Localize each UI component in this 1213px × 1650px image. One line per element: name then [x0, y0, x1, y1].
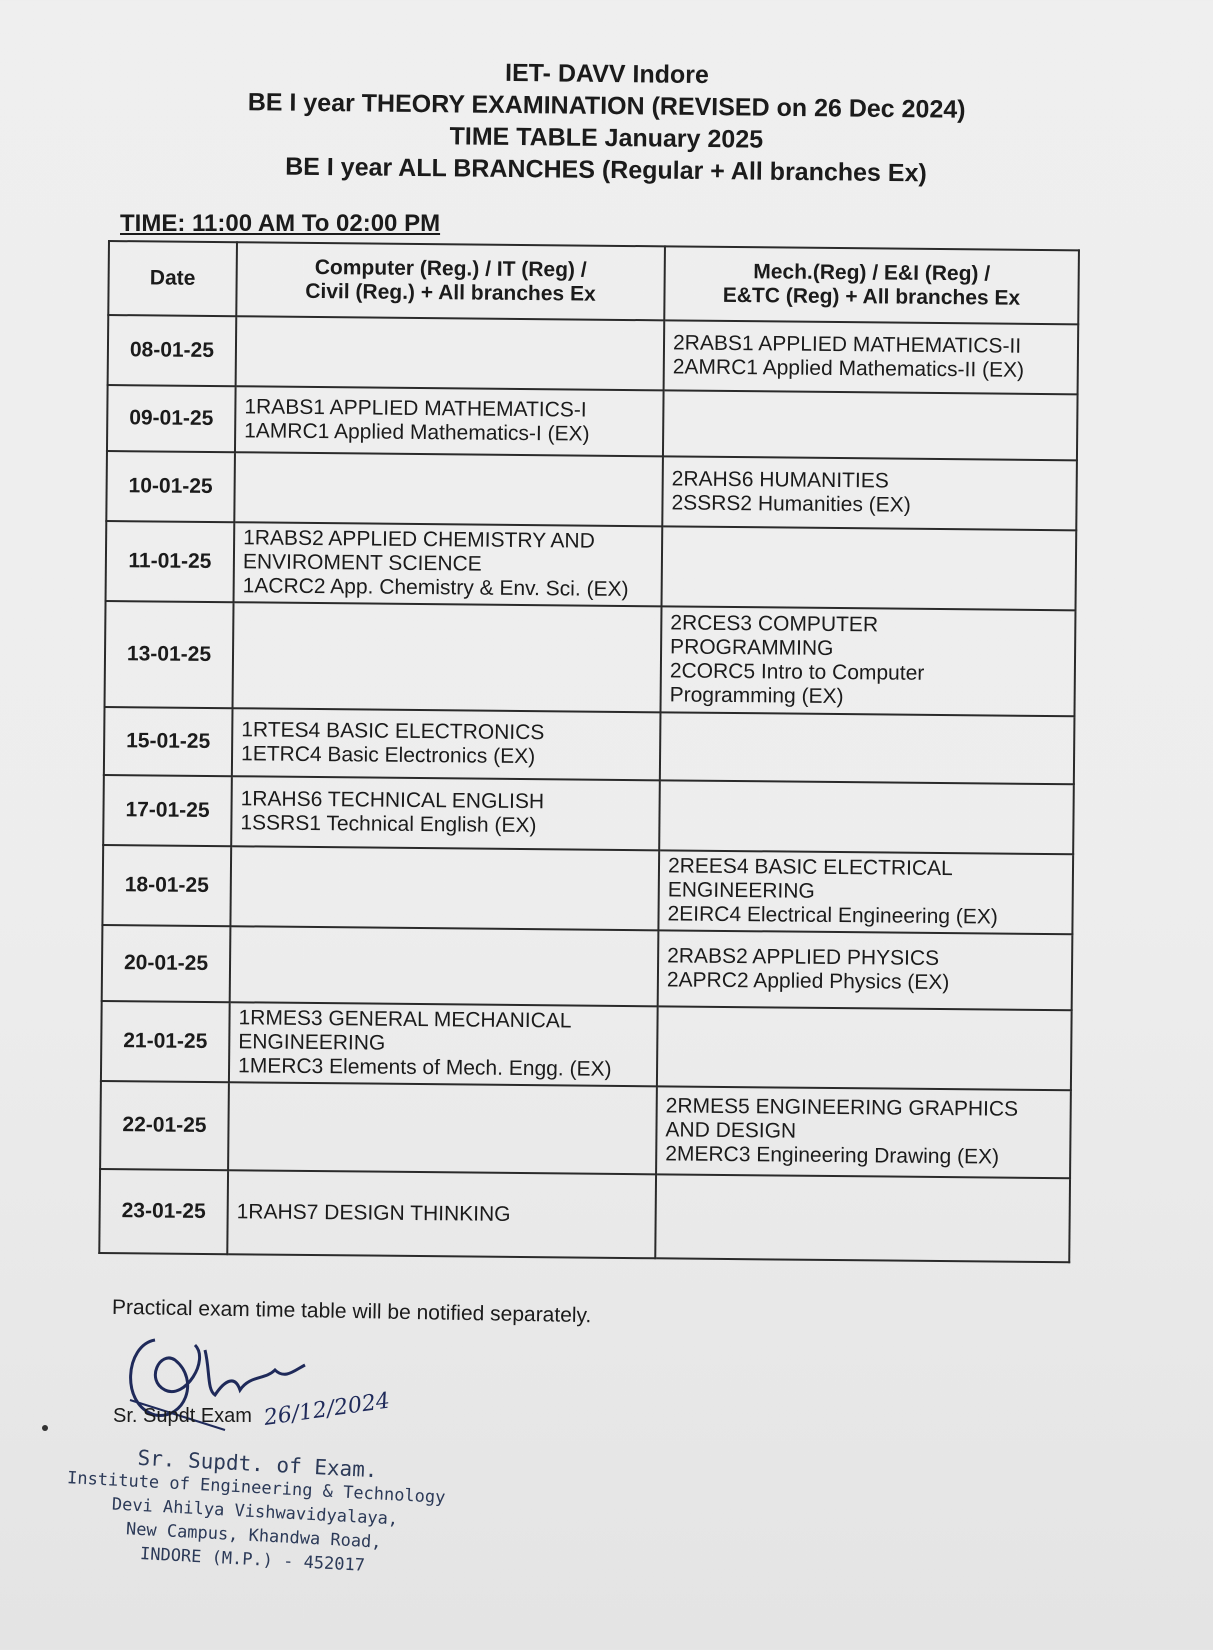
- mech-branch-subject-cell: [662, 390, 1078, 461]
- computer-branch-subject-cell: [230, 846, 660, 931]
- subject-line: [672, 423, 1068, 427]
- subject-line: 1MERC3 Elements of Mech. Engg. (EX): [237, 1054, 612, 1081]
- table-row: 21-01-25 1RMES3 GENERAL MECHANICAL ENGINEE…: [100, 1000, 1072, 1091]
- subject-line: [245, 351, 655, 355]
- subject-line: [239, 964, 649, 968]
- table-row: 18-01-25 2REES4 BASIC ELECTRICAL ENGINEERI…: [102, 844, 1074, 935]
- subject-line: 1RAHS7 DESIGN THINKING: [236, 1200, 511, 1226]
- table-row: 08-01-25 2RABS1 APPLIED MATHEMATICS-II 2AM…: [107, 315, 1079, 395]
- subject-line: 1ACRC2 App. Chemistry & Env. Sci. (EX): [242, 574, 629, 602]
- table-row: 15-01-25 1RTES4 BASIC ELECTRONICS 1ETRC4 B…: [103, 706, 1075, 785]
- mech-branch-subject-cell: [655, 1174, 1071, 1263]
- mech-branch-subject-cell: 2RABS2 APPLIED PHYSICS 2APRC2 Applied Phy…: [657, 930, 1073, 1011]
- date-cell: 09-01-25: [106, 385, 236, 453]
- subject-line: [245, 351, 655, 355]
- mech-branch-subject-cell: [661, 526, 1077, 611]
- computer-branch-subject-cell: 1RAHS7 DESIGN THINKING: [227, 1170, 657, 1259]
- subject-line: [244, 487, 654, 491]
- computer-branch-subject-cell: 1RTES4 BASIC ELECTRONICS 1ETRC4 Basic Ele…: [231, 708, 661, 781]
- subject-line: 2MERC3 Engineering Drawing (EX): [665, 1142, 1000, 1169]
- subject-line: Programming (EX): [669, 683, 844, 709]
- table-row: 13-01-25 2RCES3 COMPUTER PROGRAMMING 2CORC5…: [104, 600, 1076, 717]
- subject-line: [665, 1216, 1061, 1220]
- subject-line: 1SSRS1 Technical English (EX): [240, 811, 537, 838]
- mech-branch-subject-cell: [659, 712, 1075, 785]
- mech-branch-subject-cell: 2REES4 BASIC ELECTRICAL ENGINEERING 2EIRC4…: [658, 850, 1074, 935]
- header-mech-branches: Mech.(Reg) / E&I (Reg) / E&TC (Reg) + Al…: [664, 246, 1079, 325]
- subject-line: 2EIRC4 Electrical Engineering (EX): [667, 902, 998, 929]
- speck-dot: [42, 1425, 48, 1431]
- header-computer-branches: Computer (Reg.) / IT (Reg) / Civil (Reg.…: [236, 242, 665, 321]
- timetable-table: Date Computer (Reg.) / IT (Reg) / Civil …: [98, 240, 1080, 1263]
- subject-line: [666, 1046, 1062, 1050]
- subject-line: [237, 1126, 647, 1130]
- subject-line: 2APRC2 Applied Physics (EX): [666, 968, 950, 995]
- date-cell: 17-01-25: [103, 774, 232, 847]
- computer-branch-subject-cell: 1RMES3 GENERAL MECHANICAL ENGINEERING 1MER…: [228, 1002, 658, 1087]
- timetable: Date Computer (Reg.) / IT (Reg) / Civil …: [98, 240, 1080, 1263]
- subject-line: [671, 566, 1067, 570]
- date-cell: 08-01-25: [107, 315, 237, 387]
- date-cell: 18-01-25: [102, 844, 232, 927]
- computer-branch-subject-cell: [235, 316, 665, 391]
- subject-line: [240, 886, 650, 890]
- date-cell: 13-01-25: [104, 600, 234, 709]
- computer-branch-subject-cell: [232, 602, 662, 713]
- subject-line: [666, 1046, 1062, 1050]
- document-heading: IET- DAVV Indore BE I year THEORY EXAMIN…: [0, 52, 1213, 193]
- header-col2-line2: E&TC (Reg) + All branches Ex: [722, 283, 1021, 310]
- subject-line: 1ETRC4 Basic Electronics (EX): [240, 742, 536, 769]
- header-col1-line2: Civil (Reg.) + All branches Ex: [305, 279, 596, 306]
- subject-line: [239, 964, 649, 968]
- date-cell: 23-01-25: [99, 1168, 229, 1255]
- subject-line: [672, 423, 1068, 427]
- subject-line: [669, 815, 1065, 819]
- subject-line: [669, 746, 1065, 750]
- subject-line: 2SSRS2 Humanities (EX): [671, 491, 911, 517]
- subject-line: [242, 655, 652, 659]
- table-row: 10-01-25 2RAHS6 HUMANITIES 2SSRS2 Humaniti…: [106, 450, 1077, 531]
- subject-line: [240, 886, 650, 890]
- computer-branch-subject-cell: [228, 1082, 657, 1175]
- exam-time: TIME: 11:00 AM To 02:00 PM: [120, 210, 441, 237]
- table-row: 09-01-25 1RABS1 APPLIED MATHEMATICS-I 1AMR…: [106, 385, 1078, 461]
- header-date: Date: [108, 241, 237, 317]
- date-cell: 11-01-25: [105, 520, 235, 603]
- computer-branch-subject-cell: [234, 452, 663, 527]
- table-row: 11-01-25 1RABS2 APPLIED CHEMISTRY AND ENVI…: [105, 520, 1077, 611]
- table-header-row: Date Computer (Reg.) / IT (Reg) / Civil …: [108, 241, 1079, 325]
- subject-line: [237, 1126, 647, 1130]
- subject-line: 2AMRC1 Applied Mathematics-II (EX): [672, 355, 1025, 382]
- subject-line: [669, 815, 1065, 819]
- subject-line: [671, 566, 1067, 570]
- computer-branch-subject-cell: 1RAHS6 TECHNICAL ENGLISH 1SSRS1 Technical…: [231, 776, 660, 851]
- mech-branch-subject-cell: 2RCES3 COMPUTER PROGRAMMING 2CORC5 Intro t…: [660, 606, 1076, 717]
- signature-caption: Sr. Supdt Exam: [113, 1405, 252, 1427]
- mech-branch-subject-cell: [656, 1006, 1072, 1091]
- table-row: 22-01-25 2RMES5 ENGINEERING GRAPHICS AND D…: [100, 1080, 1071, 1179]
- subject-line: [669, 746, 1065, 750]
- date-cell: 22-01-25: [100, 1080, 229, 1171]
- table-row: 17-01-25 1RAHS6 TECHNICAL ENGLISH 1SSRS1 T…: [103, 774, 1074, 855]
- mech-branch-subject-cell: 2RMES5 ENGINEERING GRAPHICS AND DESIGN 2ME…: [656, 1086, 1071, 1179]
- computer-branch-subject-cell: [229, 926, 659, 1007]
- table-row: 23-01-25 1RAHS7 DESIGN THINKING: [99, 1168, 1071, 1263]
- office-stamp: Sr. Supdt. of Exam. Institute of Enginee…: [62, 1442, 448, 1582]
- table-row: 20-01-25 2RABS2 APPLIED PHYSICS 2APRC2 App…: [101, 924, 1073, 1011]
- mech-branch-subject-cell: 2RAHS6 HUMANITIES 2SSRS2 Humanities (EX): [662, 456, 1077, 531]
- date-cell: 21-01-25: [100, 1000, 230, 1083]
- subject-line: [244, 487, 654, 491]
- timetable-body: 08-01-25 2RABS1 APPLIED MATHEMATICS-II 2AM…: [99, 315, 1079, 1263]
- date-cell: 15-01-25: [103, 706, 233, 777]
- date-cell: 10-01-25: [106, 450, 235, 523]
- subject-line: 1AMRC1 Applied Mathematics-I (EX): [244, 419, 590, 446]
- computer-branch-subject-cell: 1RABS1 APPLIED MATHEMATICS-I 1AMRC1 Appli…: [234, 386, 664, 457]
- mech-branch-subject-cell: [659, 780, 1074, 855]
- computer-branch-subject-cell: 1RABS2 APPLIED CHEMISTRY AND ENVIROMENT S…: [233, 522, 663, 607]
- svg-text:26/12/2024: 26/12/2024: [261, 1389, 391, 1432]
- subject-line: [665, 1216, 1061, 1220]
- mech-branch-subject-cell: 2RABS1 APPLIED MATHEMATICS-II 2AMRC1 Appl…: [663, 320, 1079, 395]
- subject-line: [242, 655, 652, 659]
- date-cell: 20-01-25: [101, 924, 231, 1003]
